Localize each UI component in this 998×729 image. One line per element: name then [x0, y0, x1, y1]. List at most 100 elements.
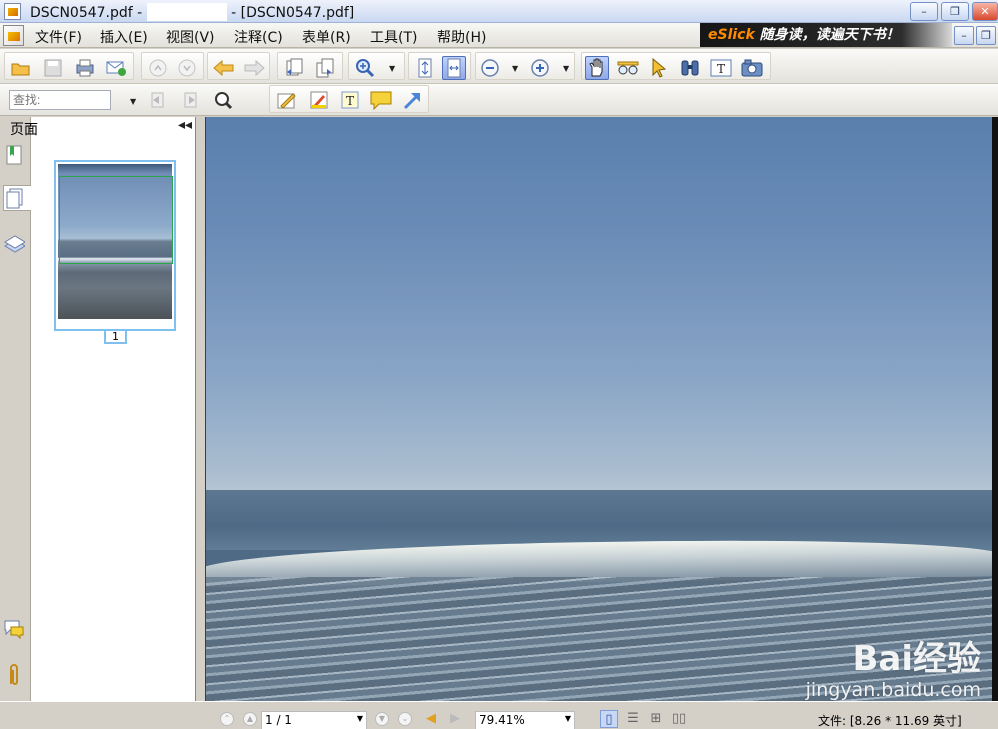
text-select-glasses-icon[interactable]: [616, 56, 640, 80]
annotation-tools-group: T: [269, 85, 429, 113]
window-title: DSCN0547.pdf - - [DSCN0547.pdf]: [30, 3, 354, 21]
fit-width-icon[interactable]: [442, 56, 466, 80]
facing-view-icon[interactable]: ⊞: [647, 710, 665, 728]
document-right-edge: [992, 117, 998, 701]
first-page-icon[interactable]: ⌃: [220, 712, 234, 726]
collapse-panel-icon[interactable]: ◂◂: [178, 117, 192, 133]
zoom-field[interactable]: 79.41% ▼: [475, 711, 575, 729]
zoom-tool-dropdown-icon[interactable]: ▼: [389, 64, 395, 73]
eslick-brand: eSlick: [708, 27, 755, 43]
pages-panel-title: 页面: [10, 122, 38, 138]
menu-insert[interactable]: 插入(E): [100, 27, 148, 47]
typewriter-text-icon[interactable]: T: [338, 88, 362, 112]
continuous-facing-view-icon[interactable]: ▯▯: [670, 710, 688, 728]
email-icon[interactable]: [104, 56, 128, 80]
pages-panel-header: 页面 ◂◂: [10, 117, 195, 138]
status-forward-icon[interactable]: ▶: [450, 711, 460, 726]
page-thumbnail[interactable]: [54, 160, 176, 331]
snapshot-camera-icon[interactable]: [740, 56, 764, 80]
app-icon: [4, 3, 21, 20]
extract-pages-icon[interactable]: [282, 56, 306, 80]
previous-page-icon[interactable]: [146, 56, 170, 80]
page-tools-group: [277, 52, 343, 80]
zoom-out-dropdown-icon[interactable]: ▼: [512, 64, 518, 73]
file-tools-group: [4, 52, 134, 80]
bookmarks-tab[interactable]: [3, 143, 27, 169]
menu-tools[interactable]: 工具(T): [370, 27, 417, 47]
text-box-tool-icon[interactable]: T: [709, 56, 733, 80]
find-previous-icon[interactable]: [146, 88, 170, 112]
panel-splitter[interactable]: [195, 117, 205, 701]
find-next-icon[interactable]: [179, 88, 203, 112]
beach-photo: Bai经验 jingyan.baidu.com: [206, 117, 993, 701]
pages-tab[interactable]: [3, 185, 31, 211]
menu-form[interactable]: 表单(R): [302, 27, 351, 47]
minimize-button[interactable]: –: [910, 2, 938, 21]
window-title-suffix: - [DSCN0547.pdf]: [231, 5, 355, 21]
annotation-pencil-icon[interactable]: [275, 88, 299, 112]
menu-view[interactable]: 视图(V): [166, 27, 215, 47]
zoom-dropdown-icon[interactable]: ▼: [565, 714, 571, 723]
selection-tools-group: T: [581, 52, 771, 80]
close-button[interactable]: ✕: [972, 2, 998, 21]
menu-comment[interactable]: 注释(C): [234, 27, 283, 47]
single-page-view-icon[interactable]: ▯: [600, 710, 618, 728]
status-back-icon[interactable]: ◀: [426, 711, 436, 726]
select-arrow-icon[interactable]: [647, 56, 671, 80]
zoom-in-tool-icon[interactable]: [353, 56, 377, 80]
status-next-page-icon[interactable]: ▼: [375, 712, 389, 726]
document-view[interactable]: Bai经验 jingyan.baidu.com: [205, 117, 998, 701]
search-magnifier-icon[interactable]: [211, 88, 235, 112]
zoom-value: 79.41%: [479, 713, 525, 727]
svg-text:T: T: [346, 94, 354, 108]
find-binoculars-icon[interactable]: [678, 56, 702, 80]
arrow-annotation-icon[interactable]: [400, 88, 424, 112]
forward-arrow-icon[interactable]: [242, 56, 266, 80]
find-dropdown-icon[interactable]: ▼: [130, 97, 136, 106]
eslick-banner[interactable]: eSlick 随身读，读遍天下书！: [700, 23, 952, 47]
document-icon[interactable]: [3, 25, 24, 46]
window-title-prefix: DSCN0547.pdf -: [30, 5, 143, 21]
back-arrow-icon[interactable]: [212, 56, 236, 80]
zoom-in-icon[interactable]: [528, 56, 552, 80]
insert-pages-icon[interactable]: [313, 56, 337, 80]
find-input[interactable]: [9, 90, 111, 110]
menu-bar: 文件(F) 插入(E) 视图(V) 注释(C) 表单(R) 工具(T) 帮助(H…: [0, 23, 998, 48]
zoom-in-dropdown-icon[interactable]: ▼: [563, 64, 569, 73]
zoom-buttons-group: ▼ ▼: [475, 52, 575, 80]
file-size-info: 文件: [8.26 * 11.69 英寸]: [818, 714, 962, 728]
open-folder-icon[interactable]: [9, 56, 33, 80]
watermark-logo-text: Bai经验: [852, 639, 981, 679]
highlight-tool-icon[interactable]: [307, 88, 331, 112]
page-thumbnail-number: 1: [104, 329, 127, 344]
restore-button[interactable]: ❐: [941, 2, 969, 21]
menu-file[interactable]: 文件(F): [35, 27, 82, 47]
zoom-out-icon[interactable]: [478, 56, 502, 80]
secondary-toolbar: ▼ T: [0, 84, 998, 116]
main-toolbar: ▼ ▼ ▼ T: [0, 49, 998, 84]
page-fit-group: [408, 52, 471, 80]
status-prev-page-icon[interactable]: ▲: [243, 712, 257, 726]
viewport-rectangle[interactable]: [59, 176, 173, 264]
save-icon[interactable]: [41, 56, 65, 80]
eslick-slogan: 随身读，读遍天下书！: [759, 27, 900, 43]
page-number-field[interactable]: 1 / 1 ▼: [261, 711, 367, 729]
page-number-value: 1 / 1: [265, 713, 292, 727]
comments-tab[interactable]: [3, 617, 27, 643]
navigation-group: [141, 52, 204, 80]
continuous-view-icon[interactable]: ☰: [624, 710, 642, 728]
attachments-tab[interactable]: [3, 662, 27, 688]
print-icon[interactable]: [73, 56, 97, 80]
menu-help[interactable]: 帮助(H): [437, 27, 486, 47]
doc-minimize-button[interactable]: –: [954, 26, 974, 45]
note-comment-icon[interactable]: [369, 88, 393, 112]
doc-restore-button[interactable]: ❐: [976, 26, 996, 45]
svg-text:T: T: [717, 62, 725, 76]
last-page-icon[interactable]: ⌄: [398, 712, 412, 726]
fit-page-icon[interactable]: [413, 56, 437, 80]
page-dropdown-icon[interactable]: ▼: [357, 714, 363, 723]
title-bar: DSCN0547.pdf - - [DSCN0547.pdf] – ❐ ✕: [0, 0, 998, 23]
layers-tab[interactable]: [3, 232, 27, 258]
hand-tool-icon[interactable]: [585, 56, 609, 80]
next-page-icon[interactable]: [175, 56, 199, 80]
